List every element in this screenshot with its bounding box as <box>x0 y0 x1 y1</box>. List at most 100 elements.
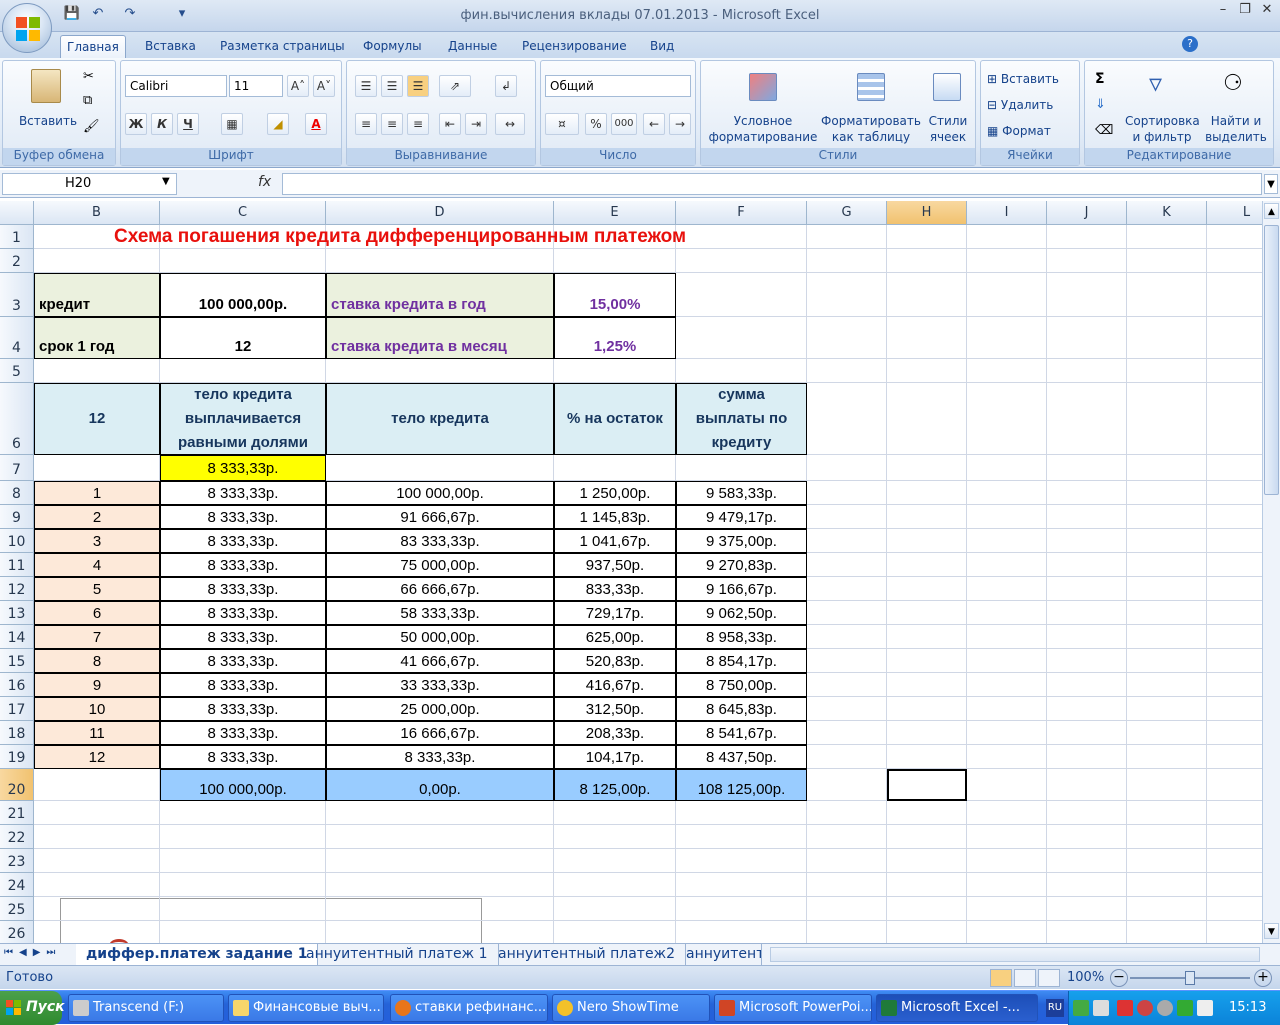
sheet-nav-icon[interactable]: ⏮◀▶⏭ <box>4 947 61 958</box>
table-cell[interactable]: 1 041,67р. <box>554 529 676 553</box>
table-header-cell[interactable]: 12 <box>34 383 160 455</box>
row-header[interactable]: 23 <box>0 849 34 873</box>
zoom-out-icon[interactable]: − <box>1110 969 1128 987</box>
tray-network-icon[interactable] <box>1093 1000 1109 1016</box>
sheet-tab[interactable]: аннуитентный платеж2 <box>488 944 687 965</box>
table-header-cell[interactable]: % на остаток <box>554 383 676 455</box>
format-painter-icon[interactable]: 🖌 <box>83 119 100 134</box>
taskbar-item[interactable]: ставки рефинанс... <box>390 994 548 1022</box>
table-header-cell[interactable]: тело кредита <box>326 383 554 455</box>
column-header[interactable]: K <box>1127 201 1207 225</box>
taskbar-item[interactable]: Microsoft PowerPoi... <box>714 994 872 1022</box>
sheet-tab-active[interactable]: диффер.платеж задание 1 <box>76 944 319 965</box>
table-cell[interactable]: 8 645,83р. <box>676 697 807 721</box>
tray-nvidia-icon[interactable] <box>1177 1000 1193 1016</box>
scroll-thumb[interactable] <box>1264 225 1279 495</box>
table-cell[interactable]: 33 333,33р. <box>326 673 554 697</box>
zoom-in-icon[interactable]: + <box>1254 969 1272 987</box>
month-number-cell[interactable]: 11 <box>34 721 160 745</box>
table-cell[interactable]: 416,67р. <box>554 673 676 697</box>
column-header[interactable]: L <box>1207 201 1262 225</box>
table-cell[interactable]: 50 000,00р. <box>326 625 554 649</box>
table-cell[interactable]: 1 145,83р. <box>554 505 676 529</box>
taskbar-item[interactable]: Transcend (F:) <box>68 994 224 1022</box>
rate-month-label[interactable]: ставка кредита в месяц <box>326 317 554 359</box>
clear-icon[interactable]: ⌫ <box>1095 123 1113 138</box>
increase-indent-icon[interactable]: ⇥ <box>465 113 487 135</box>
tray-settings-icon[interactable] <box>1157 1000 1173 1016</box>
column-header[interactable]: J <box>1047 201 1127 225</box>
number-format-combo[interactable]: Общий <box>545 75 691 97</box>
conditional-format-button[interactable]: Условное форматирование <box>703 113 823 145</box>
tab-page-layout[interactable]: Разметка страницы <box>214 38 351 58</box>
column-header[interactable]: B <box>34 201 160 225</box>
month-number-cell[interactable]: 4 <box>34 553 160 577</box>
zoom-level[interactable]: 100% <box>1067 970 1104 985</box>
sort-filter-button[interactable]: Сортировка и фильтр <box>1125 113 1200 145</box>
table-cell[interactable]: 8 333,33р. <box>160 553 326 577</box>
month-number-cell[interactable]: 5 <box>34 577 160 601</box>
bold-button[interactable]: Ж <box>125 113 147 135</box>
column-header[interactable]: F <box>676 201 807 225</box>
rate-year-value[interactable]: 15,00% <box>554 273 676 317</box>
font-size-combo[interactable]: 11 <box>229 75 283 97</box>
table-cell[interactable]: 8 541,67р. <box>676 721 807 745</box>
row-header[interactable]: 13 <box>0 601 34 625</box>
row-header[interactable]: 17 <box>0 697 34 721</box>
row-header[interactable]: 19 <box>0 745 34 769</box>
table-cell[interactable]: 625,00р. <box>554 625 676 649</box>
row-header[interactable]: 7 <box>0 455 34 481</box>
expand-formula-icon[interactable]: ▼ <box>1264 174 1278 194</box>
yellow-cell[interactable]: 8 333,33р. <box>160 455 326 481</box>
tab-home[interactable]: Главная <box>60 35 126 59</box>
table-cell[interactable]: 729,17р. <box>554 601 676 625</box>
table-cell[interactable]: 8 333,33р. <box>160 505 326 529</box>
align-center-icon[interactable]: ≡ <box>381 113 403 135</box>
align-left-icon[interactable]: ≡ <box>355 113 377 135</box>
row-header[interactable]: 15 <box>0 649 34 673</box>
tray-alarm-icon[interactable] <box>1137 1000 1153 1016</box>
tab-insert[interactable]: Вставка <box>139 38 202 58</box>
table-cell[interactable]: 9 375,00р. <box>676 529 807 553</box>
table-cell[interactable]: 66 666,67р. <box>326 577 554 601</box>
name-box-dropdown-icon[interactable]: ▼ <box>162 176 170 187</box>
column-header[interactable]: G <box>807 201 887 225</box>
table-cell[interactable]: 9 166,67р. <box>676 577 807 601</box>
fill-color-icon[interactable]: ◢ <box>267 113 289 135</box>
decrease-indent-icon[interactable]: ⇤ <box>439 113 461 135</box>
cell-styles-button[interactable]: Стили ячеек <box>923 113 973 145</box>
column-header[interactable]: I <box>967 201 1047 225</box>
row-header[interactable]: 24 <box>0 873 34 897</box>
row-header[interactable]: 26 <box>0 921 34 943</box>
name-box[interactable]: H20 <box>2 173 177 195</box>
term-value[interactable]: 12 <box>160 317 326 359</box>
format-as-table-button[interactable]: Форматировать как таблицу <box>821 113 921 145</box>
font-color-icon[interactable]: A <box>305 113 327 135</box>
month-number-cell[interactable]: 7 <box>34 625 160 649</box>
tab-review[interactable]: Рецензирование <box>516 38 633 58</box>
thousands-button[interactable]: 000 <box>611 113 637 135</box>
align-top-icon[interactable]: ☰ <box>355 75 377 97</box>
fill-icon[interactable]: ⇓ <box>1095 97 1106 112</box>
taskbar-item[interactable]: Nero ShowTime <box>552 994 710 1022</box>
month-number-cell[interactable]: 2 <box>34 505 160 529</box>
row-header[interactable]: 4 <box>0 317 34 359</box>
table-cell[interactable]: 8 333,33р. <box>160 481 326 505</box>
table-cell[interactable]: 91 666,67р. <box>326 505 554 529</box>
table-header-cell[interactable]: сумма выплаты по кредиту <box>676 383 807 455</box>
table-cell[interactable]: 41 666,67р. <box>326 649 554 673</box>
total-cell[interactable]: 8 125,00р. <box>554 769 676 801</box>
tab-view[interactable]: Вид <box>644 38 680 58</box>
row-header[interactable]: 12 <box>0 577 34 601</box>
sheet-tab[interactable]: аннуитент <box>676 944 762 965</box>
shrink-font-icon[interactable]: A˅ <box>313 75 335 97</box>
redo-icon[interactable]: ↷ <box>120 6 140 24</box>
paste-button[interactable]: Вставить <box>13 113 83 129</box>
office-button[interactable] <box>2 3 52 53</box>
table-cell[interactable]: 208,33р. <box>554 721 676 745</box>
sheet-title[interactable]: Схема погашения кредита дифференцированн… <box>34 225 887 249</box>
row-header[interactable]: 22 <box>0 825 34 849</box>
borders-icon[interactable]: ▦ <box>221 113 243 135</box>
table-cell[interactable]: 9 062,50р. <box>676 601 807 625</box>
decrease-decimal-icon[interactable]: → <box>669 113 691 135</box>
